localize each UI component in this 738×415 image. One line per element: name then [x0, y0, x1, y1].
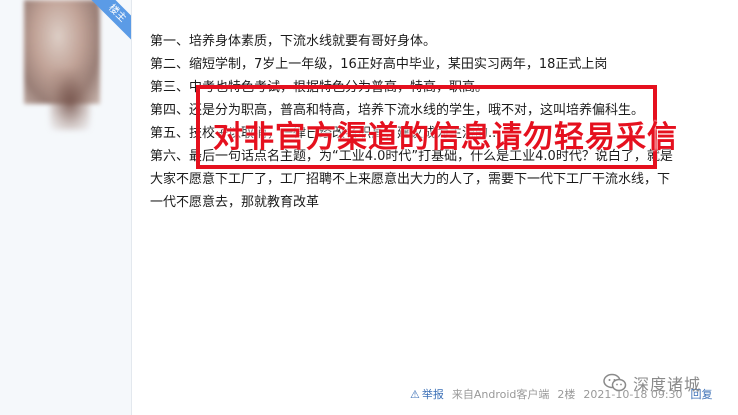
post-line: 一代不愿意去，那就教育改革 [150, 195, 320, 210]
author-column: 楼主 [0, 0, 132, 415]
wechat-icon [603, 373, 627, 392]
post-line: 第一、培养身体素质，下流水线就要有哥好身体。 [150, 34, 437, 49]
post-line: 第二、缩短学制，7岁上一年级，16正好高中毕业，某田实习两年，18正式上岗 [150, 57, 608, 72]
report-link[interactable]: ⚠ 举报 [410, 386, 444, 402]
post-line: 大家不愿意下工厂了，工厂招聘不上来愿意出大力的人了，需要下一代下工厂干流水线，下 [150, 172, 671, 187]
report-label: 举报 [421, 388, 444, 401]
channel-logo: 深度诸城 [603, 371, 701, 395]
logo-text: 深度诸城 [633, 375, 702, 394]
report-icon: ⚠ [410, 387, 420, 401]
op-badge-label: 楼主 [91, 0, 131, 40]
op-badge: 楼主 [91, 0, 131, 40]
floor-number: 2楼 [557, 388, 576, 401]
client-source: 来自Android客户端 [451, 388, 550, 401]
warning-text: 对非官方渠道的信息请勿轻易采信 [213, 120, 678, 155]
avatar-blur [50, 70, 90, 130]
